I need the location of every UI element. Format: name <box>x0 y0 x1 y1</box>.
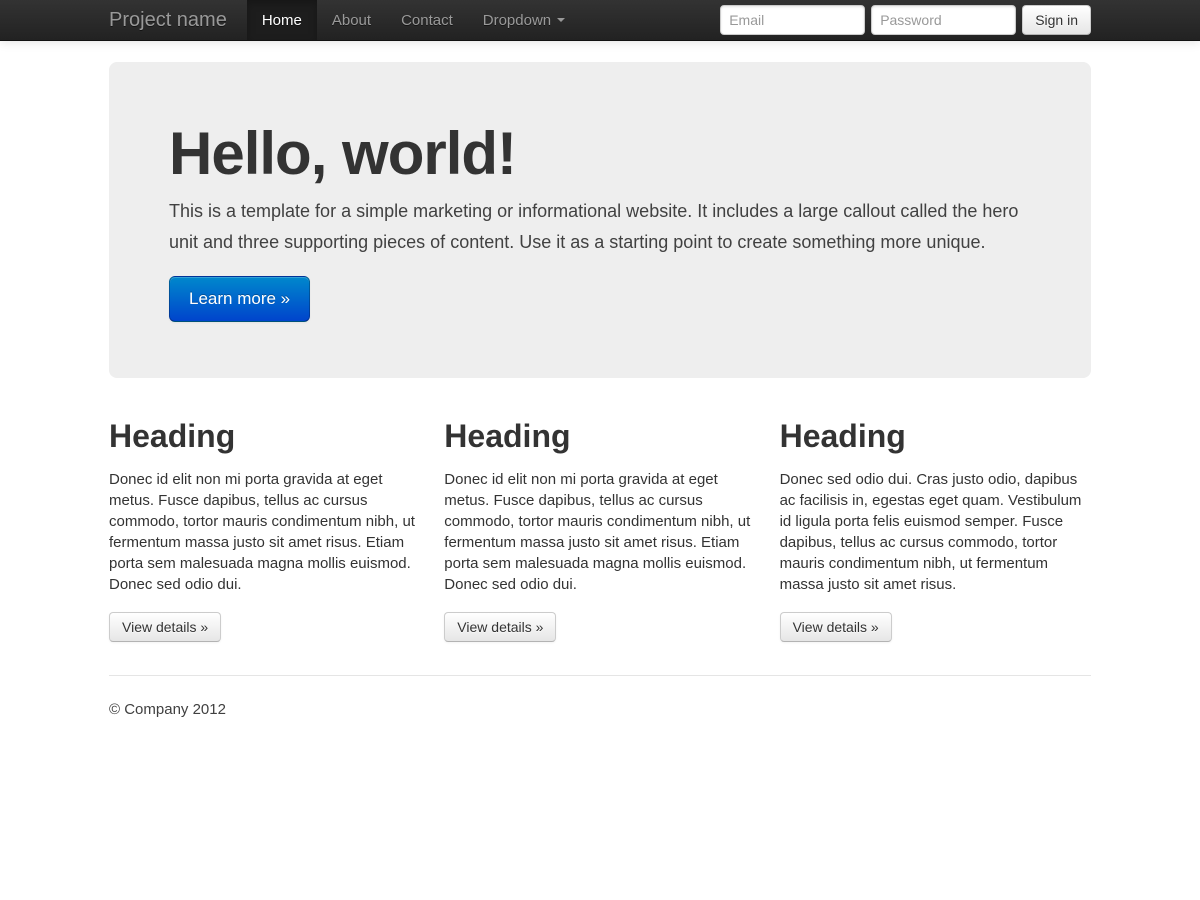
column-heading: Heading <box>444 416 755 456</box>
content-columns: Heading Donec id elit non mi porta gravi… <box>109 416 1091 642</box>
password-field[interactable] <box>871 5 1016 35</box>
main-container: Hello, world! This is a template for a s… <box>109 62 1091 718</box>
nav-item-about-label: About <box>332 12 371 29</box>
hero-text: This is a template for a simple marketin… <box>169 196 1029 258</box>
content-column-2: Heading Donec id elit non mi porta gravi… <box>444 416 755 642</box>
navbar-inner: Project name Home About Contact Dropdown… <box>109 0 1091 40</box>
content-column-3: Heading Donec sed odio dui. Cras justo o… <box>780 416 1091 642</box>
column-text: Donec sed odio dui. Cras justo odio, dap… <box>780 469 1091 595</box>
nav-item-home-label: Home <box>262 12 302 29</box>
footer-divider <box>109 675 1091 676</box>
copyright-text: © Company 2012 <box>109 701 1091 718</box>
main-nav: Home About Contact Dropdown <box>247 0 580 40</box>
column-heading: Heading <box>109 416 420 456</box>
hero-title: Hello, world! <box>169 119 1031 188</box>
view-details-button-2[interactable]: View details » <box>444 612 556 642</box>
hero-unit: Hello, world! This is a template for a s… <box>109 62 1091 378</box>
view-details-button-1[interactable]: View details » <box>109 612 221 642</box>
nav-item-dropdown[interactable]: Dropdown <box>468 0 580 40</box>
nav-item-about[interactable]: About <box>317 0 386 40</box>
learn-more-button[interactable]: Learn more » <box>169 276 310 322</box>
column-heading: Heading <box>780 416 1091 456</box>
top-navbar: Project name Home About Contact Dropdown… <box>0 0 1200 41</box>
email-field[interactable] <box>720 5 865 35</box>
page-footer: © Company 2012 <box>109 701 1091 718</box>
nav-item-dropdown-label: Dropdown <box>483 12 551 29</box>
content-column-1: Heading Donec id elit non mi porta gravi… <box>109 416 420 642</box>
column-text: Donec id elit non mi porta gravida at eg… <box>444 469 755 595</box>
nav-item-contact-label: Contact <box>401 12 453 29</box>
column-text: Donec id elit non mi porta gravida at eg… <box>109 469 420 595</box>
sign-in-button[interactable]: Sign in <box>1022 5 1091 35</box>
brand[interactable]: Project name <box>109 0 247 40</box>
signin-form: Sign in <box>720 0 1091 40</box>
caret-down-icon <box>557 18 565 22</box>
nav-item-home[interactable]: Home <box>247 0 317 40</box>
view-details-button-3[interactable]: View details » <box>780 612 892 642</box>
nav-item-contact[interactable]: Contact <box>386 0 468 40</box>
